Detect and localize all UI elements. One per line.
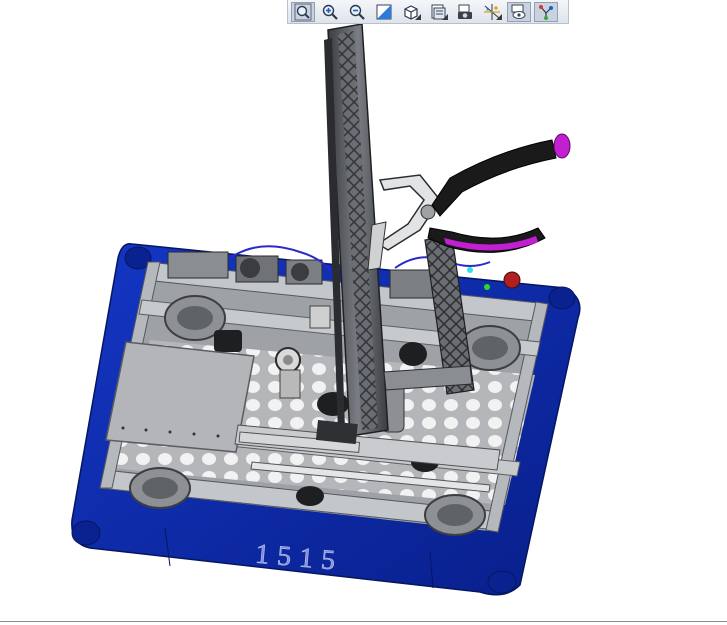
graphics-viewport[interactable]: 1515 x bbox=[0, 0, 727, 625]
svg-text:x: x bbox=[486, 7, 489, 13]
cover-plate bbox=[105, 341, 255, 453]
repaint-icon bbox=[376, 4, 392, 19]
robot-3d-model[interactable]: 1515 bbox=[0, 0, 727, 625]
display-style-button[interactable] bbox=[399, 2, 423, 22]
dropdown-indicator-icon bbox=[442, 13, 448, 20]
spin-center-button[interactable] bbox=[534, 1, 558, 22]
view-manager-camera-icon bbox=[458, 4, 472, 19]
gripper-claw bbox=[367, 133, 571, 271]
view-manager-button[interactable] bbox=[453, 2, 477, 22]
zoom-out-icon bbox=[349, 4, 365, 20]
refit-button[interactable] bbox=[291, 1, 315, 22]
dropdown-indicator-icon bbox=[496, 13, 502, 20]
dropdown-indicator-icon bbox=[415, 13, 421, 20]
saved-orientations-button[interactable] bbox=[426, 2, 450, 22]
annotation-display-button[interactable] bbox=[507, 1, 531, 22]
repaint-button[interactable] bbox=[372, 2, 396, 22]
zoom-in-icon bbox=[322, 4, 338, 20]
graphics-toolbar: x bbox=[287, 0, 569, 24]
viewport-bottom-border bbox=[0, 621, 727, 622]
spin-center-icon bbox=[539, 4, 553, 20]
zoom-out-button[interactable] bbox=[345, 2, 369, 22]
zoom-in-button[interactable] bbox=[318, 2, 342, 22]
refit-magnifier-icon bbox=[294, 3, 312, 20]
annotation-display-icon bbox=[511, 4, 526, 19]
datum-display-button[interactable]: x bbox=[480, 2, 504, 22]
bumper-number-label: 1515 bbox=[254, 539, 344, 578]
